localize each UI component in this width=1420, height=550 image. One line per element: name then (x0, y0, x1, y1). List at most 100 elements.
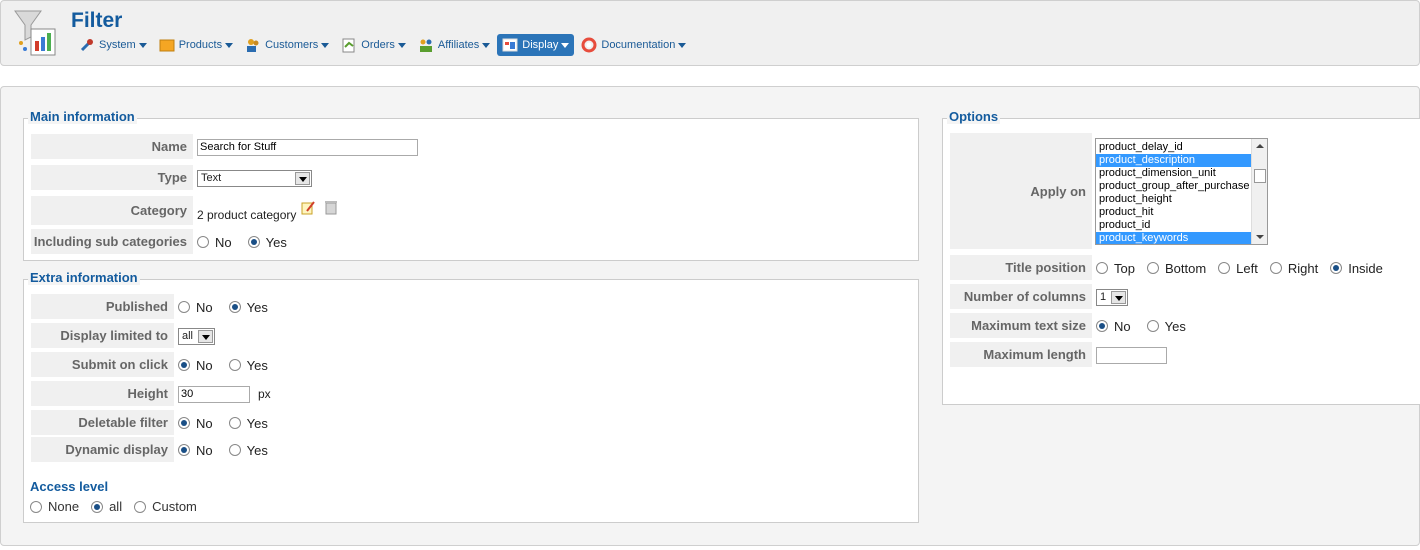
published-no-radio[interactable] (178, 301, 190, 313)
access-none-radio[interactable] (30, 500, 42, 513)
published-yes-radio[interactable] (228, 301, 241, 313)
type-select-value: Text (201, 172, 222, 184)
list-item[interactable]: product_group_after_purchase (1096, 180, 1251, 193)
tools-icon (80, 39, 93, 52)
list-item[interactable]: product_delay_id (1096, 141, 1251, 154)
access-custom-radio[interactable] (134, 500, 147, 513)
orders-icon (342, 38, 355, 53)
dropdown-arrow-icon (1111, 290, 1126, 304)
dropdown-arrow-icon (295, 171, 310, 185)
number-of-columns-label: Number of columns (950, 284, 1092, 310)
category-label: Category (31, 196, 193, 226)
max-text-yes-radio[interactable] (1146, 320, 1159, 332)
menu-orders[interactable]: Orders (336, 34, 411, 56)
lifebuoy-icon (581, 37, 597, 53)
height-input[interactable] (178, 385, 250, 403)
menu-customers-label: Customers (265, 39, 319, 51)
listbox-scrollbar[interactable] (1251, 139, 1267, 244)
max-text-yes-label: Yes (1164, 318, 1186, 334)
menu-system[interactable]: System (74, 34, 152, 56)
row-submit-on-click: Submit on click No Yes (31, 352, 284, 378)
submit-no-radio[interactable] (178, 359, 190, 371)
scroll-thumb[interactable] (1254, 169, 1266, 183)
menu-documentation[interactable]: Documentation (576, 34, 691, 56)
edit-icon[interactable] (300, 200, 316, 216)
chevron-down-icon (321, 42, 330, 48)
pos-left-label: Left (1236, 260, 1258, 276)
published-no-label: No (196, 299, 213, 315)
row-published: Published No Yes (31, 294, 284, 320)
dropdown-arrow-icon (198, 329, 213, 343)
dynamic-yes-radio[interactable] (228, 444, 241, 456)
row-name: Name (31, 134, 418, 160)
pos-right-label: Right (1287, 260, 1319, 276)
type-select[interactable]: Text (197, 169, 312, 187)
deletable-yes-radio[interactable] (228, 417, 241, 429)
dynamic-display-label: Dynamic display (31, 437, 174, 463)
subcategories-yes-label: Yes (265, 234, 287, 250)
row-display-limited: Display limited to all (31, 323, 215, 349)
menu-affiliates-label: Affiliates (437, 39, 480, 51)
pos-top-radio[interactable] (1096, 262, 1108, 274)
deletable-yes-label: Yes (246, 415, 268, 431)
access-custom-label: Custom (152, 499, 197, 514)
main-information-legend: Main information (28, 109, 137, 124)
list-item[interactable]: product_description (1096, 154, 1251, 167)
row-max-length: Maximum length (950, 342, 1167, 368)
menu-display-label: Display (522, 39, 559, 51)
subcategories-no-label: No (215, 234, 232, 250)
pos-bottom-radio[interactable] (1146, 262, 1159, 274)
access-all-label: all (109, 499, 123, 514)
max-text-size-label: Maximum text size (950, 313, 1092, 339)
list-item[interactable]: product_id (1096, 219, 1251, 232)
display-limited-label: Display limited to (31, 323, 174, 349)
access-level-options: None all Custom (30, 499, 213, 514)
subcategories-no-radio[interactable] (197, 236, 209, 248)
pos-bottom-label: Bottom (1164, 260, 1207, 276)
submit-no-label: No (196, 357, 213, 373)
title-position-label: Title position (950, 255, 1092, 281)
list-item[interactable]: product_height (1096, 193, 1251, 206)
scroll-down-icon[interactable] (1256, 235, 1264, 239)
menu-display[interactable]: Display (497, 34, 575, 56)
name-input[interactable] (197, 138, 418, 156)
menu-system-label: System (99, 39, 136, 51)
display-limited-select[interactable]: all (178, 327, 215, 345)
row-max-text-size: Maximum text size No Yes (950, 313, 1202, 339)
row-subcategories: Including sub categories No Yes (31, 229, 303, 255)
menu-products-label: Products (178, 39, 223, 51)
pos-top-label: Top (1114, 260, 1135, 276)
access-all-radio[interactable] (91, 500, 104, 513)
number-of-columns-select[interactable]: 1 (1096, 288, 1128, 306)
height-label: Height (31, 381, 174, 407)
main-menu: System Products Customers Orders Affilia… (74, 34, 693, 56)
menu-customers[interactable]: Customers (240, 34, 334, 56)
dynamic-no-label: No (196, 442, 213, 458)
trash-icon[interactable] (324, 199, 338, 215)
height-unit: px (258, 387, 271, 401)
row-dynamic-display: Dynamic display No Yes (31, 437, 284, 463)
pos-inside-radio[interactable] (1330, 262, 1343, 274)
subcategories-yes-radio[interactable] (247, 236, 260, 248)
menu-products[interactable]: Products (154, 34, 238, 56)
box-icon (159, 39, 175, 52)
pos-right-radio[interactable] (1269, 262, 1282, 274)
list-item[interactable]: product_hit (1096, 206, 1251, 219)
apply-on-listbox[interactable]: product_delay_id product_description pro… (1095, 138, 1268, 245)
max-length-input[interactable] (1096, 346, 1167, 364)
dynamic-no-radio[interactable] (178, 444, 190, 456)
display-limited-value: all (182, 330, 194, 342)
list-item[interactable]: product_keywords (1096, 232, 1251, 244)
scroll-up-icon[interactable] (1256, 144, 1264, 148)
category-value: 2 product category (197, 208, 297, 222)
deletable-no-radio[interactable] (178, 417, 190, 429)
menu-affiliates[interactable]: Affiliates (413, 34, 495, 56)
deletable-no-label: No (196, 415, 213, 431)
main-information-fieldset: Main information Name Type Text Category… (23, 109, 919, 261)
options-legend: Options (947, 109, 1001, 124)
submit-yes-radio[interactable] (228, 359, 241, 371)
chevron-down-icon (561, 42, 570, 48)
max-text-no-radio[interactable] (1096, 320, 1108, 332)
list-item[interactable]: product_dimension_unit (1096, 167, 1251, 180)
pos-left-radio[interactable] (1218, 262, 1231, 274)
